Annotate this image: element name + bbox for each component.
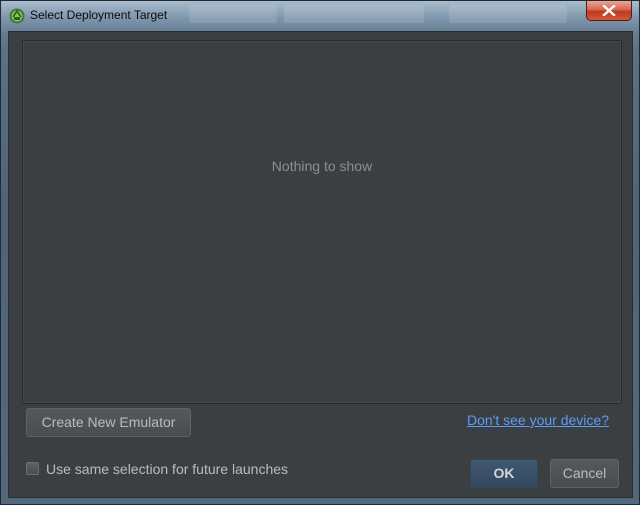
- background-window-ghost: [189, 5, 277, 23]
- ok-button[interactable]: OK: [470, 459, 538, 488]
- background-window-ghost: [284, 5, 424, 23]
- cancel-button[interactable]: Cancel: [550, 459, 619, 488]
- close-icon: [602, 5, 616, 16]
- background-window-ghost: [449, 5, 567, 23]
- close-button[interactable]: [586, 1, 632, 21]
- window-title: Select Deployment Target: [30, 8, 168, 22]
- create-new-emulator-button[interactable]: Create New Emulator: [26, 408, 191, 437]
- same-selection-checkbox[interactable]: [26, 462, 39, 475]
- dialog-content: Nothing to show Create New Emulator Don'…: [8, 31, 633, 498]
- device-help-link[interactable]: Don't see your device?: [467, 412, 609, 428]
- android-studio-icon: [9, 8, 25, 24]
- empty-list-message: Nothing to show: [271, 158, 373, 174]
- device-list[interactable]: Nothing to show: [22, 40, 622, 404]
- same-selection-label[interactable]: Use same selection for future launches: [46, 461, 288, 477]
- title-bar[interactable]: Select Deployment Target: [1, 1, 639, 31]
- dialog-window: Select Deployment Target Nothing to show…: [0, 0, 640, 505]
